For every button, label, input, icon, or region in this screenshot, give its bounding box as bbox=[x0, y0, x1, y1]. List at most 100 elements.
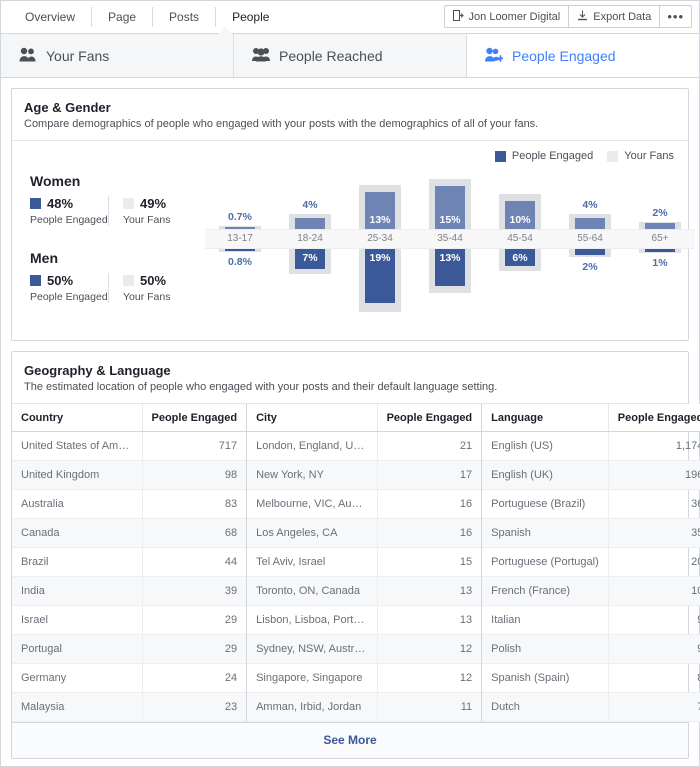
row-value: 7 bbox=[607, 692, 700, 722]
chart-legend-label: Your Fans bbox=[624, 150, 674, 162]
row-name: United Kingdom bbox=[12, 460, 142, 490]
switch-page-icon bbox=[452, 9, 464, 24]
women-bar-value: 4% bbox=[302, 199, 318, 212]
row-name: Germany bbox=[12, 663, 142, 693]
table-country: Country People Engaged United States of Am… bbox=[12, 404, 248, 722]
women-bar-value: 0.7% bbox=[228, 210, 252, 223]
row-value: 13 bbox=[376, 605, 482, 635]
row-value: 17 bbox=[376, 460, 482, 490]
men-engaged-label: People Engaged bbox=[30, 291, 108, 303]
table-row: New York, NY 17 bbox=[247, 460, 482, 490]
row-name: English (UK) bbox=[482, 460, 609, 490]
men-engaged-bar[interactable]: 6% bbox=[505, 249, 535, 267]
men-engaged-bar[interactable]: 7% bbox=[295, 249, 325, 269]
men-engaged-bar[interactable] bbox=[225, 249, 255, 252]
table-header-row: Language People Engaged bbox=[482, 404, 700, 432]
men-engaged-value: 50% bbox=[47, 273, 74, 288]
row-value: 196 bbox=[607, 460, 700, 490]
row-name: Israel bbox=[12, 605, 142, 635]
age-gender-subtitle: Compare demographics of people who engag… bbox=[24, 118, 539, 130]
row-value: 29 bbox=[141, 634, 247, 664]
legend-swatch-fans bbox=[123, 198, 134, 209]
column-header-value[interactable]: People Engaged bbox=[376, 404, 482, 432]
row-value: 39 bbox=[141, 576, 247, 606]
men-bar-value: 19% bbox=[369, 252, 391, 264]
women-engaged: 48% People Engaged bbox=[30, 196, 108, 226]
age-group-45-54: 10% 6% 45-54 bbox=[485, 171, 555, 336]
row-name: Melbourne, VIC, Australia bbox=[247, 489, 378, 519]
row-name: New York, NY bbox=[247, 460, 378, 490]
row-value: 9 bbox=[607, 605, 700, 635]
table-row: Italian9 bbox=[482, 605, 700, 635]
topnav-item-people[interactable]: People bbox=[216, 7, 285, 27]
row-name: French (France) bbox=[482, 576, 609, 606]
men-fans: 50% Your Fans bbox=[108, 273, 192, 303]
age-group-65+: 2% 1% 65+ bbox=[625, 171, 695, 336]
tab-people-reached[interactable]: People Reached bbox=[234, 34, 467, 77]
row-value: 8 bbox=[607, 663, 700, 693]
see-more-button[interactable]: See More bbox=[12, 722, 688, 758]
tab-label: People Engaged bbox=[512, 47, 616, 64]
column-header-name[interactable]: Country bbox=[12, 404, 142, 432]
age-axis-label: 18-24 bbox=[297, 233, 323, 244]
table-city: City People Engaged London, England, Unite… bbox=[247, 404, 483, 722]
audience-tabs: Your Fans People Reached People Engaged bbox=[1, 27, 699, 78]
row-name: Tel Aviv, Israel bbox=[247, 547, 378, 577]
row-value: 12 bbox=[376, 634, 482, 664]
topnav-item-page[interactable]: Page bbox=[92, 7, 154, 27]
table-header-row: City People Engaged bbox=[247, 404, 482, 432]
men-engaged-bar[interactable]: 19% bbox=[365, 249, 395, 304]
column-header-value[interactable]: People Engaged bbox=[607, 404, 700, 432]
table-row: Portuguese (Brazil)36 bbox=[482, 489, 700, 519]
column-header-name[interactable]: Language bbox=[482, 404, 609, 432]
export-data-label: Export Data bbox=[593, 10, 652, 23]
row-name: Dutch bbox=[482, 692, 609, 722]
women-bar-value: 2% bbox=[652, 206, 668, 219]
women-engaged-bar[interactable] bbox=[575, 217, 605, 229]
women-bar-value: 4% bbox=[582, 199, 598, 212]
women-engaged-bar[interactable]: 13% bbox=[365, 191, 395, 229]
men-engaged: 50% People Engaged bbox=[30, 273, 108, 303]
column-header-value[interactable]: People Engaged bbox=[141, 404, 247, 432]
table-row: Toronto, ON, Canada 13 bbox=[247, 576, 482, 606]
active-nav-caret bbox=[217, 27, 233, 36]
women-engaged-bar[interactable]: 10% bbox=[505, 200, 535, 229]
more-options-button[interactable]: ••• bbox=[660, 6, 691, 27]
page-switcher-button[interactable]: Jon Loomer Digital bbox=[445, 6, 570, 27]
tab-your-fans[interactable]: Your Fans bbox=[1, 34, 234, 77]
geography-header: Geography & Language The estimated locat… bbox=[12, 352, 688, 403]
age-bars-plot: 0.7% 0.8% 13-17 4% 7% 18-24 13% 19% 25-34 15% 13% 3… bbox=[205, 171, 695, 336]
age-gender-header: Age & Gender Compare demographics of peo… bbox=[12, 89, 688, 140]
legend-swatch-engaged bbox=[30, 198, 41, 209]
women-engaged-value: 48% bbox=[47, 196, 74, 211]
row-name: Canada bbox=[12, 518, 142, 548]
women-engaged-bar[interactable] bbox=[225, 227, 255, 229]
insights-page: Overview Page Posts People Jon Loomer Digit… bbox=[0, 0, 700, 767]
table-row: Los Angeles, CA 16 bbox=[247, 518, 482, 548]
table-row: India 39 bbox=[12, 576, 247, 606]
women-engaged-bar[interactable]: 15% bbox=[435, 186, 465, 229]
column-header-name[interactable]: City bbox=[247, 404, 378, 432]
export-data-button[interactable]: Export Data bbox=[569, 6, 661, 27]
tab-people-engaged[interactable]: People Engaged bbox=[467, 34, 699, 77]
row-name: Sydney, NSW, Australia bbox=[247, 634, 378, 664]
men-engaged-bar[interactable] bbox=[575, 249, 605, 255]
topnav-item-overview[interactable]: Overview bbox=[9, 7, 93, 27]
women-bar-value: 10% bbox=[509, 214, 531, 226]
women-engaged-bar[interactable] bbox=[295, 217, 325, 229]
men-fans-value-row: 50% bbox=[123, 273, 192, 288]
topnav-item-posts[interactable]: Posts bbox=[153, 7, 217, 27]
table-row: Israel 29 bbox=[12, 605, 247, 635]
men-engaged-bar[interactable] bbox=[645, 249, 675, 252]
row-value: 10 bbox=[607, 576, 700, 606]
row-value: 1,174 bbox=[607, 431, 700, 461]
men-bar-value: 7% bbox=[302, 252, 318, 264]
row-value: 15 bbox=[376, 547, 482, 577]
row-name: Polish bbox=[482, 634, 609, 664]
men-engaged-bar[interactable]: 13% bbox=[435, 249, 465, 287]
table-row: Melbourne, VIC, Australia 16 bbox=[247, 489, 482, 519]
women-engaged-bar[interactable] bbox=[645, 223, 675, 229]
legend-swatch-engaged bbox=[30, 275, 41, 286]
age-gender-card: Age & Gender Compare demographics of peo… bbox=[11, 88, 695, 341]
